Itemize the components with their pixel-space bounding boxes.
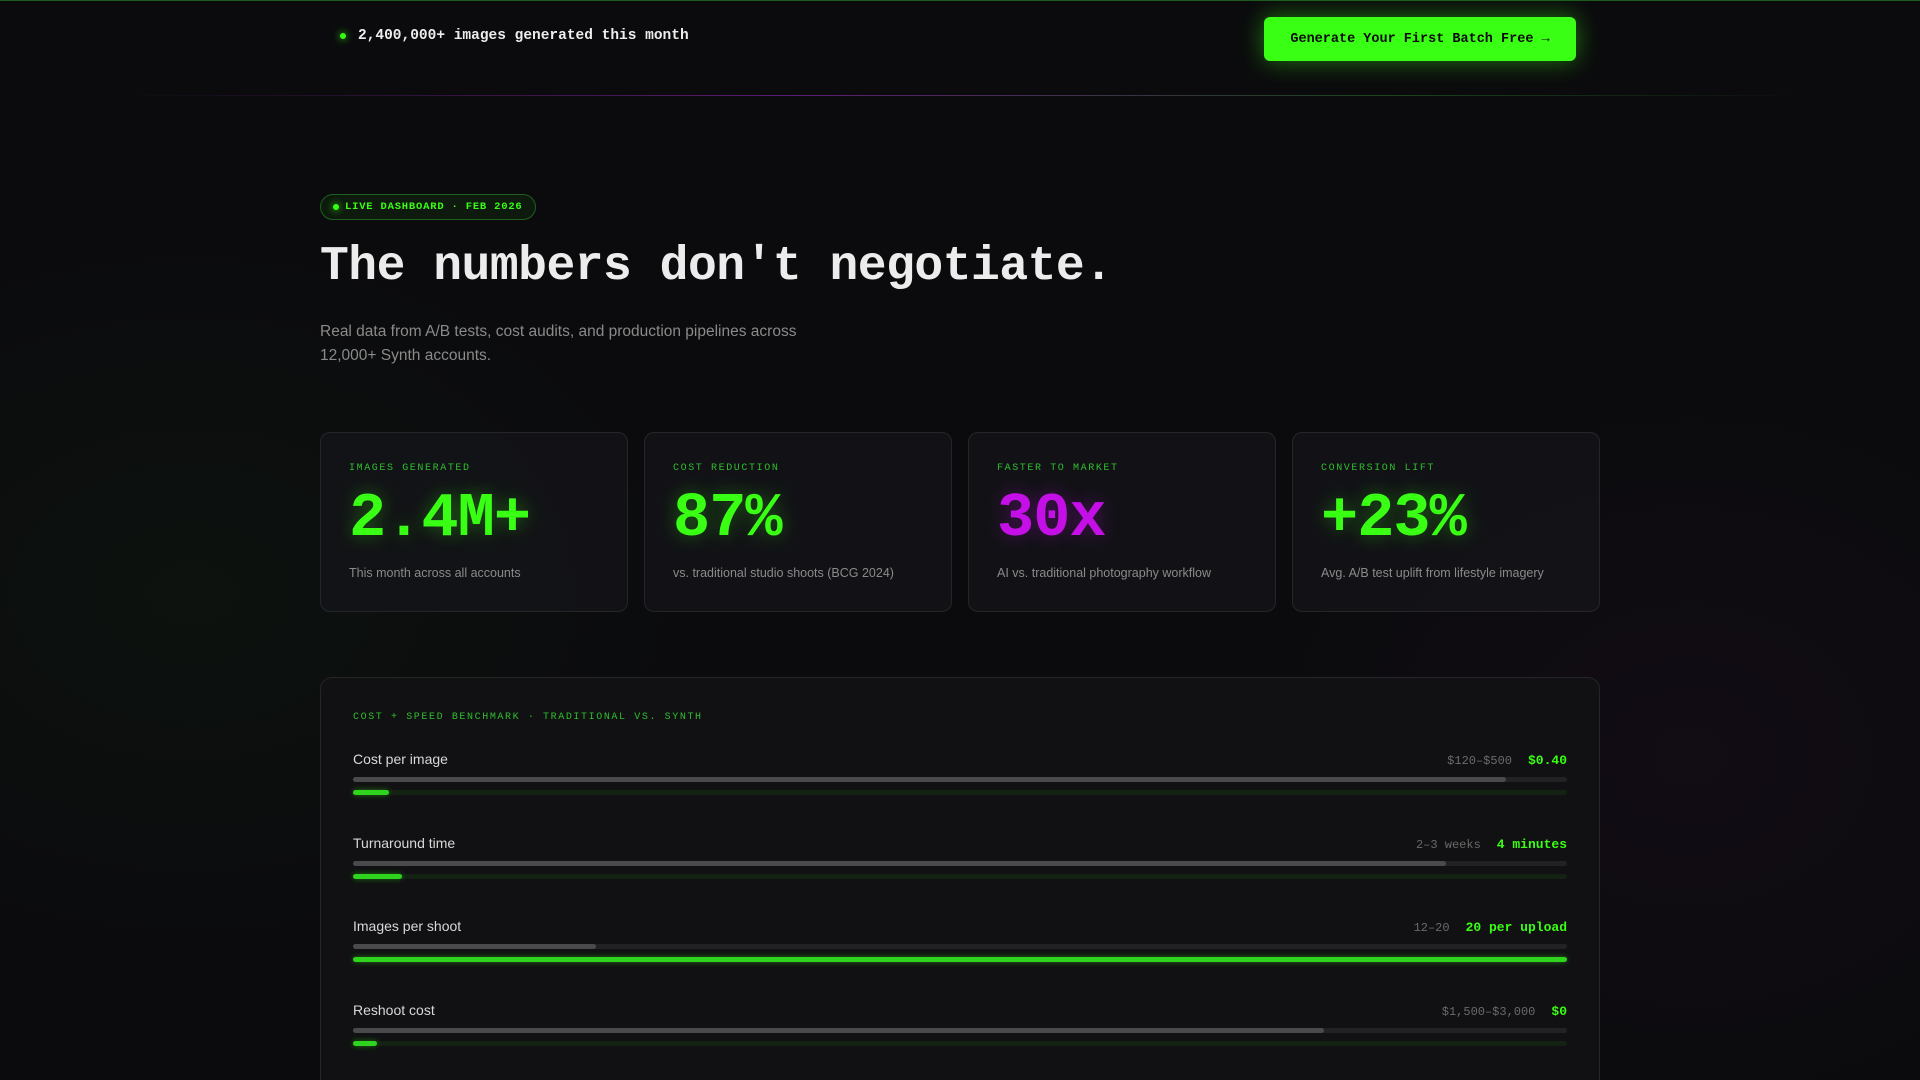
live-stat: 2,400,000+ images generated this month bbox=[340, 28, 689, 44]
stat-description: This month across all accounts bbox=[349, 566, 521, 580]
stat-card-cost-reduction: COST REDUCTION 87% vs. traditional studi… bbox=[644, 432, 952, 612]
benchmark-row-images-per-shoot: Images per shoot 12–20 20 per upload bbox=[353, 918, 1567, 978]
stat-card-conversion-lift: CONVERSION LIFT +23% Avg. A/B test uplif… bbox=[1292, 432, 1600, 612]
benchmark-row-values: 12–20 20 per upload bbox=[1414, 920, 1567, 935]
synth-bar-fill bbox=[353, 1041, 378, 1046]
synth-bar-track bbox=[353, 1041, 1567, 1046]
synth-bar-fill bbox=[353, 874, 402, 879]
live-indicator-icon bbox=[340, 33, 346, 39]
top-bar: 2,400,000+ images generated this month G… bbox=[0, 0, 1920, 78]
benchmark-row-turnaround-time: Turnaround time 2–3 weeks 4 minutes bbox=[353, 835, 1567, 895]
benchmark-row-reshoot-cost: Reshoot cost $1,500–$3,000 $0 bbox=[353, 1002, 1567, 1062]
benchmark-row-values: $120–$500 $0.40 bbox=[1447, 753, 1567, 768]
stat-cards: IMAGES GENERATED 2.4M+ This month across… bbox=[320, 432, 1600, 612]
synth-bar-track bbox=[353, 957, 1567, 962]
stat-label: IMAGES GENERATED bbox=[349, 463, 471, 474]
stat-value: 2.4M+ bbox=[349, 483, 531, 554]
synth-value: $0.40 bbox=[1527, 753, 1567, 768]
synth-bar-track bbox=[353, 790, 1567, 795]
traditional-value: $1,500–$3,000 bbox=[1441, 1005, 1536, 1019]
stat-card-faster-to-market: FASTER TO MARKET 30x AI vs. traditional … bbox=[968, 432, 1276, 612]
stat-value: +23% bbox=[1321, 483, 1467, 554]
stat-label: CONVERSION LIFT bbox=[1321, 463, 1436, 474]
synth-bar-fill bbox=[353, 957, 1567, 962]
generate-batch-button[interactable]: Generate Your First Batch Free → bbox=[1264, 17, 1576, 61]
benchmark-row-label: Reshoot cost bbox=[353, 1002, 435, 1018]
stat-description: AI vs. traditional photography workflow bbox=[997, 566, 1211, 580]
stat-value: 30x bbox=[997, 483, 1107, 554]
benchmark-row-values: $1,500–$3,000 $0 bbox=[1442, 1004, 1567, 1019]
badge-text: LIVE DASHBOARD · FEB 2026 bbox=[345, 201, 523, 213]
traditional-bar-track bbox=[353, 1028, 1567, 1033]
stat-label: FASTER TO MARKET bbox=[997, 463, 1119, 474]
page-title: The numbers don't negotiate. bbox=[320, 240, 1113, 294]
traditional-value: 2–3 weeks bbox=[1415, 838, 1481, 852]
benchmark-title: COST + SPEED BENCHMARK · TRADITIONAL VS.… bbox=[353, 712, 703, 723]
traditional-bar-fill bbox=[353, 1028, 1325, 1033]
live-dashboard-badge: LIVE DASHBOARD · FEB 2026 bbox=[320, 194, 536, 220]
header-divider bbox=[120, 95, 1800, 96]
badge-dot-icon bbox=[333, 204, 339, 210]
traditional-bar-track bbox=[353, 944, 1567, 949]
traditional-value: 12–20 bbox=[1413, 921, 1450, 935]
synth-bar-track bbox=[353, 874, 1567, 879]
synth-value: $0 bbox=[1551, 1004, 1567, 1019]
traditional-bar-fill bbox=[353, 777, 1507, 782]
benchmark-row-values: 2–3 weeks 4 minutes bbox=[1416, 837, 1567, 852]
benchmark-row-label: Turnaround time bbox=[353, 835, 456, 851]
stat-description: Avg. A/B test uplift from lifestyle imag… bbox=[1321, 566, 1544, 580]
benchmark-row-cost-per-image: Cost per image $120–$500 $0.40 bbox=[353, 751, 1567, 811]
live-stat-text: 2,400,000+ images generated this month bbox=[358, 28, 689, 44]
traditional-value: $120–$500 bbox=[1447, 754, 1512, 768]
stat-card-images-generated: IMAGES GENERATED 2.4M+ This month across… bbox=[320, 432, 628, 612]
stat-description: vs. traditional studio shoots (BCG 2024) bbox=[673, 566, 894, 580]
page-subtitle: Real data from A/B tests, cost audits, a… bbox=[320, 323, 797, 364]
benchmark-row-label: Images per shoot bbox=[353, 918, 462, 934]
traditional-bar-fill bbox=[353, 944, 596, 949]
traditional-bar-fill bbox=[353, 861, 1446, 866]
synth-value: 4 minutes bbox=[1496, 837, 1567, 852]
synth-bar-fill bbox=[353, 790, 390, 795]
traditional-bar-track bbox=[353, 861, 1567, 866]
synth-value: 20 per upload bbox=[1465, 920, 1567, 935]
benchmark-panel: COST + SPEED BENCHMARK · TRADITIONAL VS.… bbox=[320, 677, 1600, 1080]
stat-label: COST REDUCTION bbox=[673, 463, 780, 474]
traditional-bar-track bbox=[353, 777, 1567, 782]
benchmark-row-label: Cost per image bbox=[353, 751, 448, 767]
stat-value: 87% bbox=[673, 483, 783, 554]
